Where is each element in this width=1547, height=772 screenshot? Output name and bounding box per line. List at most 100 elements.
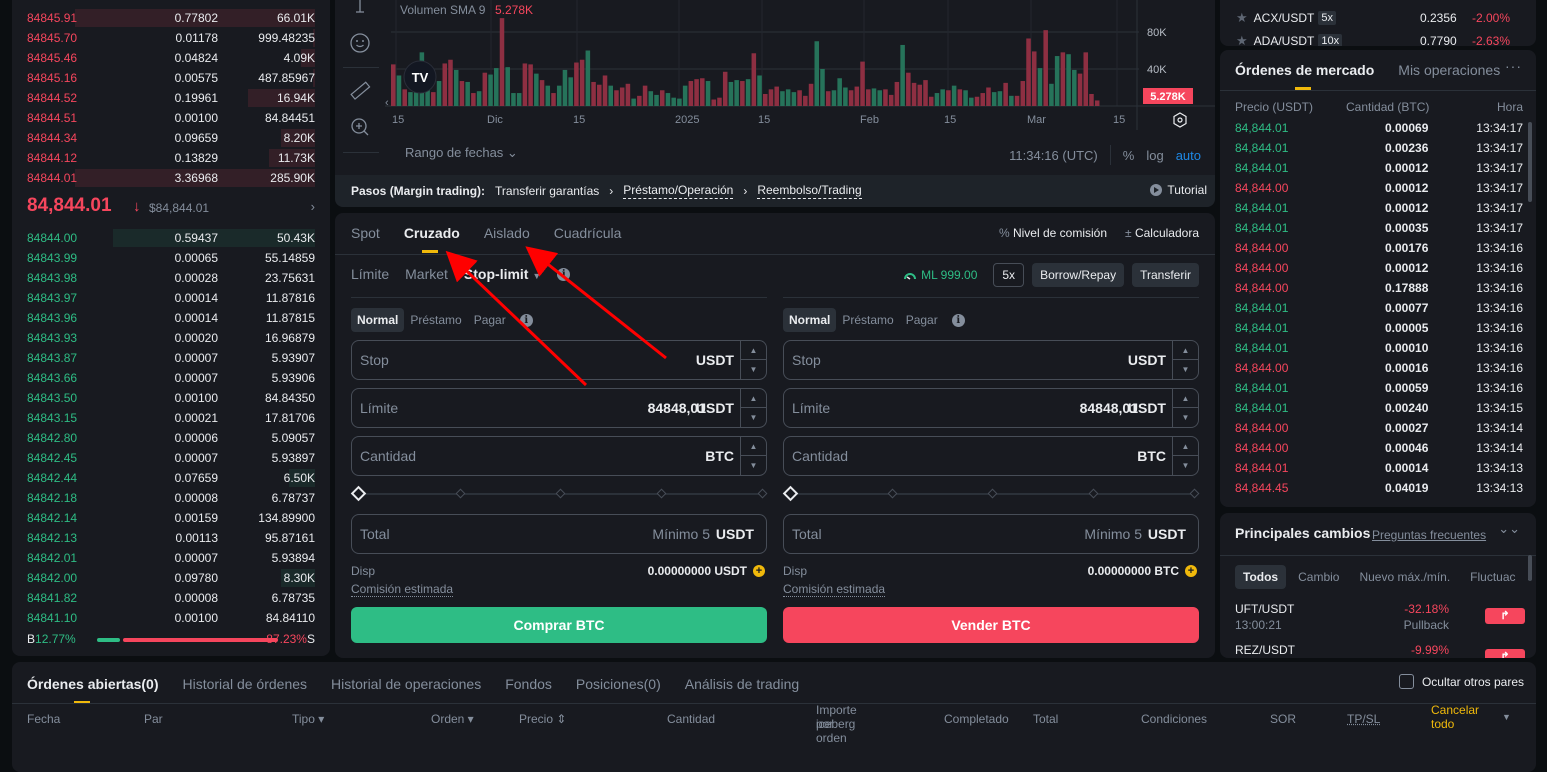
chevron-right-icon[interactable]: › [311, 199, 315, 214]
mode-repay[interactable]: Pagar [900, 308, 944, 332]
tab-cross[interactable]: Cruzado [404, 225, 460, 253]
increment-icon[interactable]: ▲ [1173, 341, 1198, 360]
ask-row[interactable]: 84845.70 0.01178 999.48235 [27, 28, 315, 48]
ask-row[interactable]: 84844.01 3.36968 285.90K [27, 168, 315, 188]
tab-trade-history[interactable]: Historial de operaciones [331, 676, 481, 692]
transfer-button[interactable]: Transferir [1132, 263, 1199, 287]
scrollbar[interactable] [1528, 555, 1532, 581]
tab-open-orders[interactable]: Órdenes abiertas(0) [27, 676, 159, 704]
ask-row[interactable]: 84844.12 0.13829 11.73K [27, 148, 315, 168]
ask-row[interactable]: 84844.52 0.19961 16.94K [27, 88, 315, 108]
tradingview-logo[interactable]: TV [403, 60, 437, 94]
col-side[interactable]: Orden ▾ [431, 712, 474, 726]
log-toggle[interactable]: log [1146, 148, 1163, 163]
borrow-repay-button[interactable]: Borrow/Repay [1032, 263, 1125, 287]
order-type-limit[interactable]: Límite [351, 266, 389, 282]
info-icon[interactable]: i [519, 313, 533, 327]
collapse-icon[interactable]: ⌄⌄ [1498, 521, 1520, 537]
increment-icon[interactable]: ▲ [741, 341, 766, 360]
scrollbar[interactable] [1528, 122, 1532, 202]
estimated-fee-link[interactable]: Comisión estimada [783, 582, 886, 597]
bid-row[interactable]: 84843.97 0.00014 11.87816 [27, 288, 315, 308]
tab-order-history[interactable]: Historial de órdenes [183, 676, 308, 692]
bid-row[interactable]: 84842.44 0.07659 6.50K [27, 468, 315, 488]
ask-row[interactable]: 84845.46 0.04824 4.09K [27, 48, 315, 68]
ask-row[interactable]: 84845.16 0.00575 487.85967 [27, 68, 315, 88]
step-borrow[interactable]: Préstamo/Operación [623, 183, 734, 199]
tab-new-high-low[interactable]: Nuevo máx./mín. [1351, 565, 1458, 589]
bid-row[interactable]: 84842.18 0.00008 6.78737 [27, 488, 315, 508]
slider-handle[interactable] [782, 485, 799, 502]
decrement-icon[interactable]: ▼ [741, 408, 766, 427]
buy-button[interactable]: Comprar BTC [351, 607, 767, 643]
bid-row[interactable]: 84843.99 0.00065 55.14859 [27, 248, 315, 268]
col-type[interactable]: Tipo ▾ [292, 712, 324, 726]
bid-row[interactable]: 84842.01 0.00007 5.93894 [27, 548, 315, 568]
bid-row[interactable]: 84842.14 0.00159 134.89900 [27, 508, 315, 528]
increment-icon[interactable]: ▲ [1173, 389, 1198, 408]
bid-row[interactable]: 84841.82 0.00008 6.78735 [27, 588, 315, 608]
pair-row[interactable]: ★ ADA/USDT 10x 0.7790 -2.63% [1236, 31, 1526, 46]
tab-change[interactable]: Cambio [1290, 565, 1347, 589]
increment-icon[interactable]: ▲ [1173, 437, 1198, 456]
mode-borrow[interactable]: Préstamo [404, 308, 467, 332]
tab-grid[interactable]: Cuadrícula [554, 225, 622, 241]
bid-row[interactable]: 84842.80 0.00006 5.09057 [27, 428, 315, 448]
info-icon[interactable]: i [951, 313, 965, 327]
total-input[interactable]: Total Mínimo 5 USDT [783, 514, 1199, 554]
margin-level[interactable]: ML 999.00 [903, 268, 977, 282]
bid-row[interactable]: 84843.15 0.00021 17.81706 [27, 408, 315, 428]
slider-mark-50[interactable] [555, 488, 566, 499]
star-icon[interactable]: ★ [1236, 33, 1248, 46]
col-price[interactable]: Precio ⇕ [519, 712, 566, 726]
bid-row[interactable]: 84843.50 0.00100 84.84350 [27, 388, 315, 408]
hide-other-pairs-checkbox[interactable]: Ocultar otros pares [1398, 674, 1524, 689]
limit-price-input[interactable]: Límite 84848,01 USDT ▲ ▼ [351, 388, 767, 428]
mode-normal[interactable]: Normal [351, 308, 405, 332]
chart-settings-icon[interactable] [1173, 112, 1187, 128]
mode-normal[interactable]: Normal [783, 308, 837, 332]
emoji-tool-icon[interactable] [349, 32, 371, 54]
amount-slider[interactable] [782, 482, 1200, 506]
tab-positions[interactable]: Posiciones(0) [576, 676, 661, 692]
tutorial-button[interactable]: Tutorial [1150, 183, 1207, 197]
add-funds-icon[interactable]: + [1185, 565, 1197, 577]
stop-price-input[interactable]: Stop USDT ▲ ▼ [351, 340, 767, 380]
bid-row[interactable]: 84844.00 0.59437 50.43K [27, 228, 315, 248]
bid-row[interactable]: 84843.66 0.00007 5.93906 [27, 368, 315, 388]
text-tool-icon[interactable] [349, 0, 371, 16]
slider-mark-75[interactable] [1088, 488, 1099, 499]
info-icon[interactable]: i [557, 267, 571, 281]
total-input[interactable]: Total Mínimo 5 USDT [351, 514, 767, 554]
decrement-icon[interactable]: ▼ [741, 360, 766, 379]
tab-isolated[interactable]: Aislado [484, 225, 530, 241]
faq-link[interactable]: Preguntas frecuentes [1372, 528, 1486, 542]
tab-all[interactable]: Todos [1235, 565, 1287, 589]
tab-market-trades[interactable]: Órdenes de mercado [1235, 62, 1374, 90]
bid-row[interactable]: 84842.13 0.00113 95.87161 [27, 528, 315, 548]
calculator-link[interactable]: ± Calculadora [1125, 226, 1199, 240]
add-funds-icon[interactable]: + [753, 565, 765, 577]
zoom-in-tool-icon[interactable] [349, 116, 371, 138]
bid-row[interactable]: 84843.96 0.00014 11.87815 [27, 308, 315, 328]
decrement-icon[interactable]: ▼ [1173, 360, 1198, 379]
ask-row[interactable]: 84845.91 0.77802 66.01K [27, 8, 315, 28]
limit-price-input[interactable]: Límite 84848,01 USDT ▲ ▼ [783, 388, 1199, 428]
sell-button[interactable]: Vender BTC [783, 607, 1199, 643]
bid-row[interactable]: 84843.93 0.00020 16.96879 [27, 328, 315, 348]
bid-row[interactable]: 84841.10 0.00100 84.84110 [27, 608, 315, 628]
tab-spot[interactable]: Spot [351, 225, 380, 241]
auto-toggle[interactable]: auto [1176, 148, 1201, 163]
mid-price[interactable]: 84,844.01 ↓ $84,844.01 › [27, 193, 315, 221]
quantity-input[interactable]: Cantidad BTC ▲ ▼ [783, 436, 1199, 476]
increment-icon[interactable]: ▲ [741, 389, 766, 408]
bid-row[interactable]: 84842.45 0.00007 5.93897 [27, 448, 315, 468]
decrement-icon[interactable]: ▼ [1173, 456, 1198, 475]
order-type-market[interactable]: Market [405, 266, 448, 282]
tab-fluctuation[interactable]: Fluctuac [1462, 565, 1523, 589]
leverage-button[interactable]: 5x [993, 263, 1025, 287]
caret-down-icon[interactable]: ▼ [1502, 712, 1511, 722]
slider-mark-75[interactable] [656, 488, 667, 499]
ruler-tool-icon[interactable] [349, 80, 371, 102]
volume-chart[interactable]: 15 Dic 15 2025 15 Feb 15 Mar 15 80K 40K Volumen S… [385, 0, 1215, 140]
